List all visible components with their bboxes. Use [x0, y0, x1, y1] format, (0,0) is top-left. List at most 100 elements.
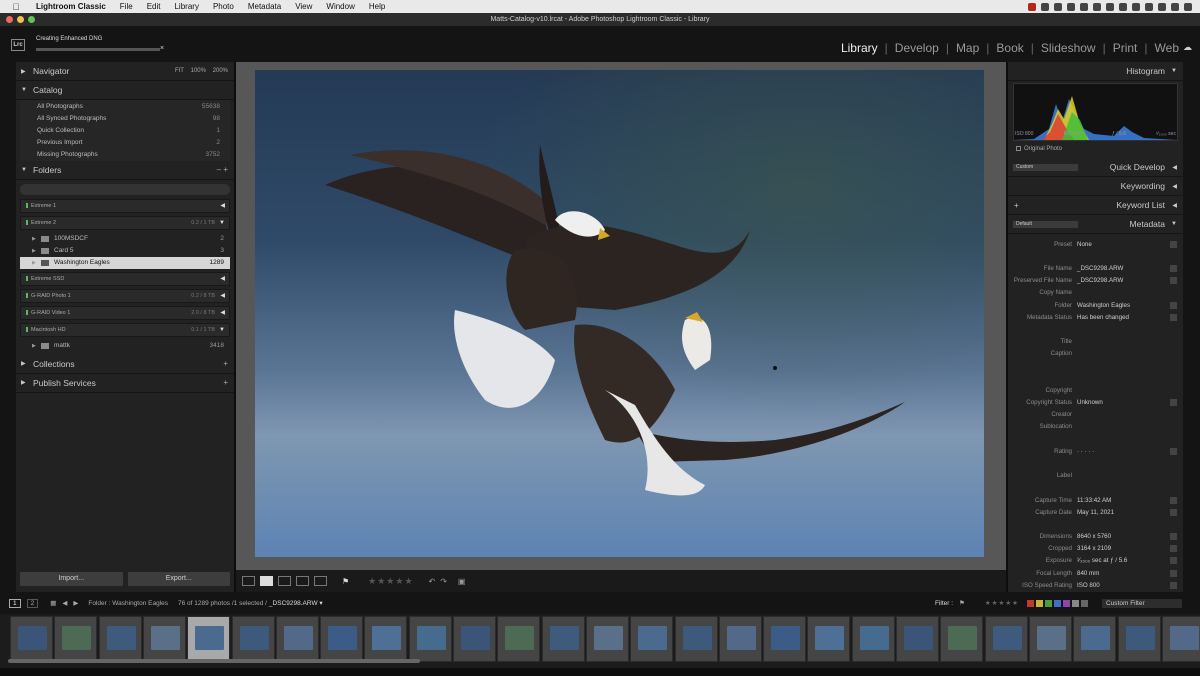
metadata-value[interactable]: ISO 800: [1077, 582, 1183, 589]
histogram-header[interactable]: Histogram ▼: [1008, 62, 1183, 81]
volume-graid-photo[interactable]: G-RAID Photo 1 0.2 / 8 TB ◀: [20, 288, 230, 303]
flag-icon[interactable]: ⚑: [342, 577, 349, 586]
metadata-row[interactable]: Creator: [1008, 409, 1183, 421]
metadata-row[interactable]: Caption: [1008, 348, 1183, 360]
filmstrip-thumbnail[interactable]: [1073, 616, 1117, 662]
filmstrip-thumbnail[interactable]: [851, 616, 895, 662]
record-icon[interactable]: [1028, 2, 1036, 11]
metadata-row[interactable]: Preset None: [1008, 238, 1183, 250]
quick-develop-preset-select[interactable]: Custom: [1013, 163, 1078, 171]
dropbox-icon[interactable]: [1067, 2, 1075, 11]
metadata-row[interactable]: Title: [1008, 336, 1183, 348]
metadata-value[interactable]: Unknown: [1077, 399, 1183, 406]
filmstrip-thumbnail[interactable]: [630, 616, 674, 662]
rating-stars[interactable]: ★★★★★: [368, 576, 413, 587]
disclosure-triangle-icon[interactable]: ▶: [32, 260, 41, 266]
folder-add-remove-buttons[interactable]: – +: [217, 165, 228, 174]
metadata-row[interactable]: [1008, 457, 1183, 469]
checkbox-icon[interactable]: [1016, 146, 1021, 151]
compare-view-button[interactable]: [278, 576, 291, 586]
grid-view-button[interactable]: [242, 576, 255, 586]
flag-filter-icon[interactable]: ⚑: [959, 599, 965, 607]
metadata-row[interactable]: File Name _DSC9298.ARW: [1008, 262, 1183, 274]
metadata-value[interactable]: Washington Eagles: [1077, 302, 1183, 309]
main-window-button[interactable]: 1: [9, 598, 21, 608]
loupe-view-button[interactable]: [260, 576, 273, 586]
volume-extreme-2[interactable]: Extreme 2 0.2 / 1 TB ▼: [20, 215, 230, 230]
folder-item[interactable]: ▶ 100MSDCF 2: [20, 233, 230, 245]
people-view-button[interactable]: [314, 576, 327, 586]
metadata-action-icon[interactable]: [1170, 508, 1177, 516]
secondary-window-button[interactable]: 2: [26, 598, 39, 608]
filmstrip-thumbnail[interactable]: [142, 616, 186, 662]
module-book[interactable]: Book: [996, 41, 1023, 55]
menu-metadata[interactable]: Metadata: [248, 2, 281, 11]
filmstrip-thumbnail-selected[interactable]: [187, 616, 231, 662]
left-panel-toggle[interactable]: [0, 62, 16, 592]
metadata-row[interactable]: ISO Speed Rating ISO 800: [1008, 579, 1183, 591]
filmstrip-thumbnail[interactable]: [807, 616, 851, 662]
add-collection-icon[interactable]: +: [223, 359, 228, 368]
color-label-swatch[interactable]: [1063, 599, 1070, 607]
filmstrip-thumbnail[interactable]: [10, 616, 53, 662]
module-print[interactable]: Print: [1113, 41, 1138, 55]
cancel-task-button[interactable]: ×: [160, 45, 164, 52]
color-label-swatch[interactable]: [1072, 599, 1079, 607]
color-label-swatch[interactable]: [1036, 599, 1043, 607]
menu-help[interactable]: Help: [369, 2, 385, 11]
metadata-value[interactable]: 11:33:42 AM: [1077, 497, 1183, 504]
menu-file[interactable]: File: [120, 2, 133, 11]
metadata-row[interactable]: [1008, 372, 1183, 384]
metadata-row[interactable]: [1008, 433, 1183, 445]
metadata-row[interactable]: [1008, 323, 1183, 335]
metadata-value[interactable]: May 11, 2021: [1077, 509, 1183, 516]
metadata-row[interactable]: Copyright Status Unknown: [1008, 396, 1183, 408]
filmstrip-thumbnail[interactable]: [1161, 616, 1200, 662]
search-icon[interactable]: [1145, 2, 1153, 11]
catalog-item[interactable]: Previous Import 2: [20, 136, 230, 148]
metadata-row[interactable]: Copyright: [1008, 384, 1183, 396]
metadata-action-icon[interactable]: [1170, 447, 1177, 455]
metadata-row[interactable]: Copy Name: [1008, 287, 1183, 299]
filmstrip-thumbnail[interactable]: [275, 616, 319, 662]
filmstrip-thumbnail[interactable]: [497, 616, 541, 662]
filmstrip-thumbnail[interactable]: [54, 616, 98, 662]
metadata-row[interactable]: [1008, 482, 1183, 494]
filmstrip-scrollbar[interactable]: [8, 659, 420, 663]
metadata-action-icon[interactable]: [1170, 277, 1177, 285]
collections-header[interactable]: ▶ Collections +: [16, 355, 234, 374]
metadata-row[interactable]: [1008, 360, 1183, 372]
menu-view[interactable]: View: [295, 2, 312, 11]
metadata-header[interactable]: Default Metadata ▼: [1008, 215, 1183, 234]
minimize-window-button[interactable]: [17, 16, 24, 23]
folder-item[interactable]: ▶ mattk 3418: [20, 340, 230, 352]
filmstrip-thumbnail[interactable]: [453, 616, 496, 662]
close-window-button[interactable]: [6, 16, 13, 23]
publish-services-header[interactable]: ▶ Publish Services +: [16, 374, 234, 393]
zoom-fit[interactable]: FIT: [175, 68, 184, 74]
filmstrip-thumbnail[interactable]: [940, 616, 984, 662]
export-button[interactable]: Export...: [127, 572, 230, 586]
import-button[interactable]: Import...: [20, 572, 123, 586]
gear-icon[interactable]: [1093, 2, 1101, 11]
module-library[interactable]: Library: [841, 41, 878, 55]
metadata-row[interactable]: Metadata Status Has been changed: [1008, 311, 1183, 323]
folder-search-input[interactable]: [20, 183, 230, 195]
module-web[interactable]: Web: [1155, 41, 1179, 55]
menu-photo[interactable]: Photo: [213, 2, 234, 11]
disclosure-triangle-icon[interactable]: ▶: [32, 248, 41, 254]
filter-preset-select[interactable]: Custom Filter: [1102, 598, 1182, 608]
disclosure-triangle-icon[interactable]: ▶: [32, 343, 41, 349]
cloud-sync-icon[interactable]: ☁: [1183, 42, 1192, 53]
catalog-item[interactable]: All Synced Photographs 98: [20, 113, 230, 125]
filmstrip-thumbnail[interactable]: [1028, 616, 1072, 662]
original-photo-toggle[interactable]: Original Photo: [1008, 143, 1183, 154]
metadata-action-icon[interactable]: [1170, 313, 1177, 321]
metadata-row[interactable]: Sublocation: [1008, 421, 1183, 433]
metadata-value[interactable]: None: [1077, 241, 1183, 248]
filmstrip-thumbnail[interactable]: [408, 616, 452, 662]
metadata-value[interactable]: 3164 x 2109: [1077, 545, 1183, 552]
zoom-window-button[interactable]: [28, 16, 35, 23]
metadata-row[interactable]: Rating · · · · ·: [1008, 445, 1183, 457]
quick-develop-header[interactable]: Custom Quick Develop ◀: [1008, 158, 1183, 177]
